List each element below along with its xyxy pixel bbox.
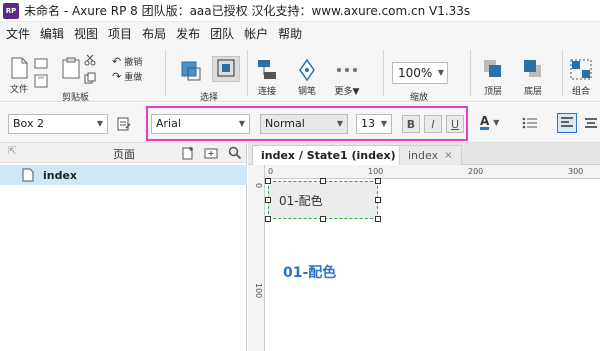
copy-icon[interactable] bbox=[84, 72, 96, 84]
pages-panel-title: 页面 bbox=[113, 148, 135, 161]
ruler-label: 0 bbox=[254, 183, 263, 189]
window-title: 未命名 - Axure RP 8 团队版：aaa已授权 汉化支持：www.axu… bbox=[24, 4, 471, 18]
select-label: 选择 bbox=[200, 93, 219, 103]
paste-icon bbox=[62, 57, 80, 79]
resize-handle[interactable] bbox=[265, 197, 271, 203]
chevron-down-icon: ▼ bbox=[493, 118, 500, 127]
chevron-down-icon: ▼ bbox=[96, 119, 103, 128]
zoom-label: 缩放 bbox=[410, 93, 429, 103]
more-dots-icon bbox=[336, 67, 358, 73]
toolbar-separator bbox=[562, 50, 563, 96]
canvas-heading-text[interactable]: 01-配色 bbox=[283, 262, 336, 282]
text-color-icon: A bbox=[480, 114, 490, 130]
selected-box-widget[interactable]: 01-配色 bbox=[268, 181, 378, 219]
main-toolbar: 文件 剪贴板 ↶ 撤销 ↷ 重做 选择 连接 钢笔 更多▼ 100% ▼ 缩放 … bbox=[0, 44, 600, 103]
undo-button[interactable]: ↶ 撤销 bbox=[112, 55, 142, 68]
group-button[interactable]: 组合 bbox=[570, 58, 592, 97]
menu-view[interactable]: 视图 bbox=[74, 25, 98, 42]
undo-icon: ↶ bbox=[112, 55, 122, 68]
pen-button[interactable]: 钢笔 bbox=[296, 58, 318, 97]
resize-handle[interactable] bbox=[320, 178, 326, 184]
axure-app-icon: RP bbox=[3, 2, 19, 19]
connector-icon bbox=[258, 60, 276, 79]
resize-handle[interactable] bbox=[265, 216, 271, 222]
align-left-icon bbox=[561, 117, 573, 127]
align-left-button[interactable] bbox=[557, 113, 577, 133]
cut-icon[interactable] bbox=[84, 54, 96, 66]
resize-handle[interactable] bbox=[265, 178, 271, 184]
new-file-icon bbox=[11, 57, 28, 79]
group-icon bbox=[570, 59, 592, 80]
menu-file[interactable]: 文件 bbox=[6, 25, 30, 42]
menu-bar: 文件 编辑 视图 项目 布局 发布 团队 帐户 帮助 bbox=[0, 22, 600, 44]
align-center-icon[interactable] bbox=[582, 115, 600, 133]
close-icon[interactable]: × bbox=[444, 150, 452, 161]
send-to-back-button[interactable]: 底层 bbox=[522, 58, 544, 97]
resize-handle[interactable] bbox=[375, 197, 381, 203]
menu-layout[interactable]: 布局 bbox=[142, 25, 166, 42]
paste-button[interactable] bbox=[60, 56, 82, 80]
toolbar-separator bbox=[247, 50, 248, 96]
resize-handle[interactable] bbox=[375, 216, 381, 222]
menu-edit[interactable]: 编辑 bbox=[40, 25, 64, 42]
menu-account[interactable]: 帐户 bbox=[244, 25, 268, 42]
pen-icon bbox=[299, 58, 315, 82]
toolbar-separator bbox=[383, 50, 384, 96]
redo-button[interactable]: ↷ 重做 bbox=[112, 70, 142, 83]
connect-button[interactable]: 连接 bbox=[256, 58, 278, 97]
tab-index-state1[interactable]: index / State1 (index) × bbox=[252, 145, 419, 165]
select-contained-button[interactable] bbox=[212, 56, 240, 82]
pages-panel-header: ⇱ 页面 bbox=[0, 143, 246, 163]
select-intersect-icon[interactable] bbox=[180, 60, 202, 82]
chevron-down-icon: ▼ bbox=[437, 68, 444, 77]
send-to-back-icon bbox=[524, 60, 541, 77]
text-color-button[interactable]: A ▼ bbox=[480, 115, 499, 130]
menu-help[interactable]: 帮助 bbox=[278, 25, 302, 42]
horizontal-ruler: 0 100 200 300 bbox=[265, 165, 600, 179]
page-icon bbox=[22, 168, 34, 182]
save-icon[interactable] bbox=[34, 74, 48, 88]
ruler-label: 300 bbox=[568, 167, 584, 176]
zoom-select[interactable]: 100% ▼ bbox=[392, 62, 448, 84]
menu-project[interactable]: 项目 bbox=[108, 25, 132, 42]
menu-publish[interactable]: 发布 bbox=[176, 25, 200, 42]
bullet-list-icon[interactable] bbox=[522, 116, 538, 130]
editor-tabs: index / State1 (index) × index × bbox=[248, 143, 600, 165]
menu-team[interactable]: 团队 bbox=[210, 25, 234, 42]
redo-icon: ↷ bbox=[112, 70, 122, 83]
toolbar-separator bbox=[470, 50, 471, 96]
page-tree-item[interactable]: index bbox=[0, 165, 247, 185]
resize-handle[interactable] bbox=[320, 216, 326, 222]
page-tree-item-label: index bbox=[43, 168, 78, 182]
title-bar: RP 未命名 - Axure RP 8 团队版：aaa已授权 汉化支持：www.… bbox=[0, 0, 600, 22]
ruler-label: 100 bbox=[368, 167, 384, 176]
add-page-icon[interactable] bbox=[181, 146, 195, 160]
tab-index[interactable]: index × bbox=[399, 145, 462, 165]
vertical-ruler: 0 100 bbox=[248, 165, 265, 351]
ruler-label: 100 bbox=[254, 283, 263, 299]
resize-handle[interactable] bbox=[375, 178, 381, 184]
font-settings-highlight bbox=[146, 106, 468, 141]
collapse-arrow-icon[interactable]: ⇱ bbox=[8, 146, 16, 157]
open-folder-icon[interactable] bbox=[34, 56, 48, 70]
ruler-label: 200 bbox=[468, 167, 484, 176]
bring-to-front-icon bbox=[484, 60, 501, 77]
style-editor-icon[interactable] bbox=[116, 116, 132, 132]
more-button[interactable]: 更多▼ bbox=[334, 58, 360, 97]
search-icon[interactable] bbox=[228, 146, 242, 160]
add-folder-icon[interactable] bbox=[204, 146, 218, 160]
select-contained-icon bbox=[217, 59, 235, 77]
clipboard-label: 剪贴板 bbox=[62, 93, 90, 103]
pages-panel: ⇱ 页面 index bbox=[0, 143, 247, 351]
file-button[interactable]: 文件 bbox=[8, 56, 30, 95]
box-widget-text: 01-配色 bbox=[279, 193, 323, 208]
widget-name-select[interactable]: Box 2 ▼ bbox=[8, 114, 108, 134]
bring-to-front-button[interactable]: 顶层 bbox=[482, 58, 504, 97]
ruler-label: 0 bbox=[268, 167, 274, 176]
toolbar-separator bbox=[165, 50, 166, 96]
